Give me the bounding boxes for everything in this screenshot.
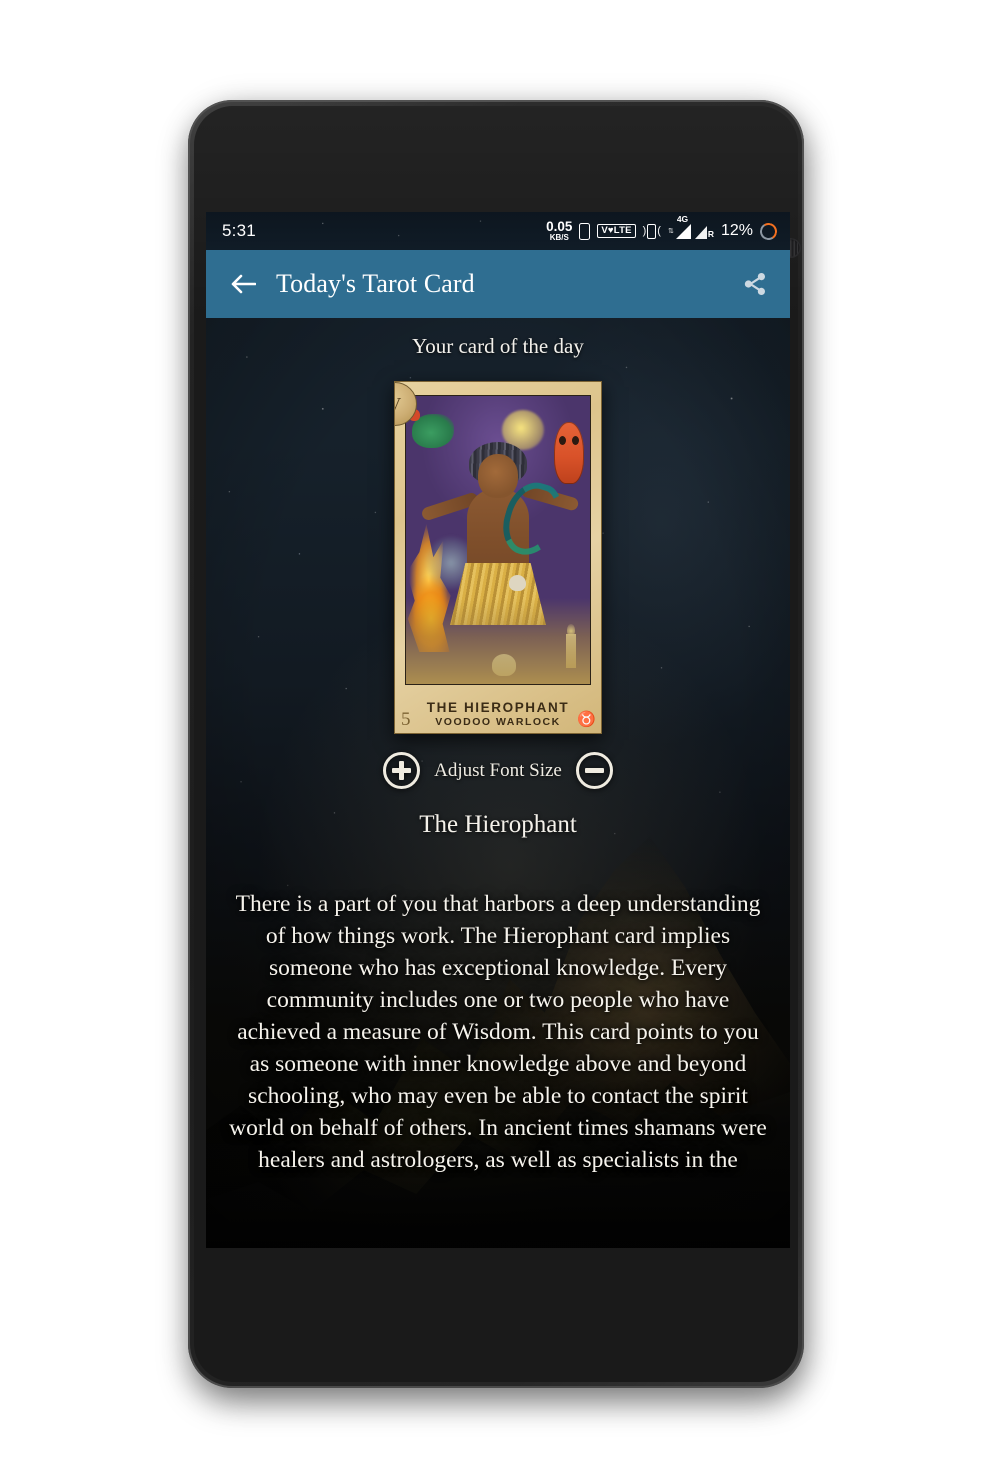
figure-head-art — [478, 453, 518, 498]
battery-percentage: 12% — [720, 222, 753, 239]
decrease-font-size-button[interactable] — [575, 752, 613, 789]
vibrate-icon: ) ( — [642, 223, 661, 239]
card-description-paragraph: There is a part of you that harbors a de… — [229, 891, 767, 1173]
roaming-label: R — [707, 228, 714, 239]
share-button[interactable] — [738, 267, 772, 301]
vibrate-wave-right: ( — [657, 224, 661, 237]
vibrate-wave-left: ) — [642, 224, 647, 237]
plus-vertical-bar — [399, 761, 405, 780]
arrow-left-icon — [231, 274, 256, 294]
minus-horizontal-bar — [584, 768, 604, 773]
screenshot-stage: 5:31 0.05 KB/S V♥LTE ) ( ⇅ 4G R 12% Toda… — [0, 0, 1000, 1478]
tarot-card-name: THE HIEROPHANT — [426, 700, 570, 716]
vibrate-phone-body — [647, 223, 657, 239]
data-transfer-arrows-icon: ⇅ — [667, 227, 674, 235]
status-bar: 5:31 0.05 KB/S V♥LTE ) ( ⇅ 4G R 12% — [206, 212, 790, 250]
card-name-heading: The Hierophant — [419, 811, 577, 838]
main-content: Your card of the day THE HIEROPHANT VOOD… — [206, 318, 790, 1248]
signal-bars-sim2-icon: R — [694, 225, 714, 239]
plus-circle-icon — [392, 761, 412, 780]
signal-triangle-2 — [694, 225, 707, 239]
card-of-the-day-label: Your card of the day — [412, 334, 584, 358]
tarot-card-image[interactable]: V THE HIEROPHANT VOODOO WARLOCK 5 ♉ — [394, 381, 602, 734]
tarot-card-number: 5 — [401, 709, 411, 730]
zodiac-symbol-icon: ♉ — [577, 712, 596, 728]
network-type-label: 4G — [676, 213, 689, 224]
tarot-card-border: V THE HIEROPHANT VOODOO WARLOCK 5 ♉ — [394, 381, 602, 734]
voodoo-mask-art — [554, 422, 584, 484]
volte-icon: V♥LTE — [597, 224, 636, 238]
page-title: Today's Tarot Card — [276, 269, 475, 298]
minus-circle-icon — [584, 761, 604, 780]
battery-ring-icon — [758, 220, 779, 242]
ground-band-art — [406, 597, 590, 684]
status-bar-clock: 5:31 — [222, 221, 256, 240]
sim-card-icon — [579, 222, 591, 240]
font-size-controls: Adjust Font Size — [206, 752, 790, 789]
network-speed-unit: KB/S — [549, 233, 569, 243]
phone-screen: 5:31 0.05 KB/S V♥LTE ) ( ⇅ 4G R 12% Toda… — [206, 212, 790, 1248]
back-button[interactable] — [226, 267, 260, 301]
network-speed-value: 0.05 — [546, 218, 573, 234]
status-bar-icons: 0.05 KB/S V♥LTE ) ( ⇅ 4G R 12% — [546, 214, 779, 243]
increase-font-size-button[interactable] — [383, 752, 421, 789]
signal-indicators: ⇅ 4G R — [667, 214, 714, 239]
share-icon — [744, 273, 765, 295]
tarot-card-caption: THE HIEROPHANT VOODOO WARLOCK — [395, 700, 601, 729]
signal-triangle-1 — [675, 223, 691, 239]
tarot-card-artwork — [405, 395, 591, 685]
app-bar: Today's Tarot Card — [206, 250, 790, 318]
signal-bars-sim1-icon: 4G — [675, 214, 691, 239]
card-description-text: There is a part of you that harbors a de… — [228, 889, 768, 1177]
skull-small-art — [509, 574, 527, 591]
adjust-font-size-label: Adjust Font Size — [434, 759, 562, 781]
tarot-card-subtitle: VOODOO WARLOCK — [435, 716, 561, 729]
rooster-art — [408, 409, 454, 448]
network-speed-indicator: 0.05 KB/S — [546, 220, 572, 243]
